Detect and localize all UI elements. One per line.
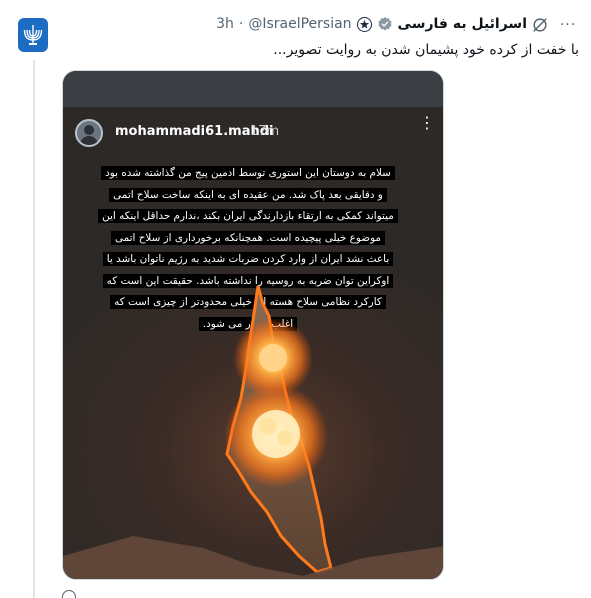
grok-icon[interactable]: [531, 16, 549, 34]
reply-icon[interactable]: [62, 590, 76, 598]
israel-emblem-icon[interactable]: [18, 18, 48, 52]
separator-dot: ·: [238, 16, 244, 32]
menorah-emblem-icon: [23, 25, 43, 45]
caption-line: سلام به دوستان این استوری توسط ادمین پیج…: [73, 161, 423, 183]
story-header: mohammadi61.mahdi 17m ⋮: [75, 113, 435, 149]
tweet-time[interactable]: 3h: [216, 16, 234, 32]
tweet-text: با خفت از کرده خود پشیمان شدن به روایت ت…: [273, 42, 579, 58]
caption-line: و دقایقی بعد پاک شد. من عقیده ای به اینک…: [73, 183, 423, 205]
thread-line: [33, 60, 35, 598]
verified-badge-icon[interactable]: [377, 16, 393, 32]
caption-line: موضوع خیلی پیچیده است. همچنانکه برخوردار…: [73, 226, 423, 248]
story-more-icon: ⋮: [419, 113, 435, 132]
tweet-header: 3h · @IsraelPersian اسرائیل به فارسی: [216, 14, 527, 34]
user-handle[interactable]: @IsraelPersian: [248, 16, 351, 32]
caption-line: باعث نشد ایران از وارد کردن ضربات شدید ب…: [73, 247, 423, 269]
story-avatar: [75, 119, 103, 147]
more-dots-icon[interactable]: ···: [559, 16, 577, 34]
star-emblem-icon: [359, 19, 369, 29]
tweet-card[interactable]: 3h · @IsraelPersian اسرائیل به فارسی ···…: [0, 0, 591, 598]
map-explosion-illustration: [63, 286, 443, 579]
caption-line: میتواند کمکی به ارتقاء بازدارندگی ایران …: [73, 204, 423, 226]
tweet-media-image[interactable]: mohammadi61.mahdi 17m ⋮ سلام به دوستان ا…: [62, 70, 444, 580]
story-top-bar: [63, 71, 443, 107]
emblem-badge-icon[interactable]: [356, 16, 372, 32]
story-time: 17m: [250, 124, 280, 139]
display-name[interactable]: اسرائیل به فارسی: [398, 16, 527, 32]
